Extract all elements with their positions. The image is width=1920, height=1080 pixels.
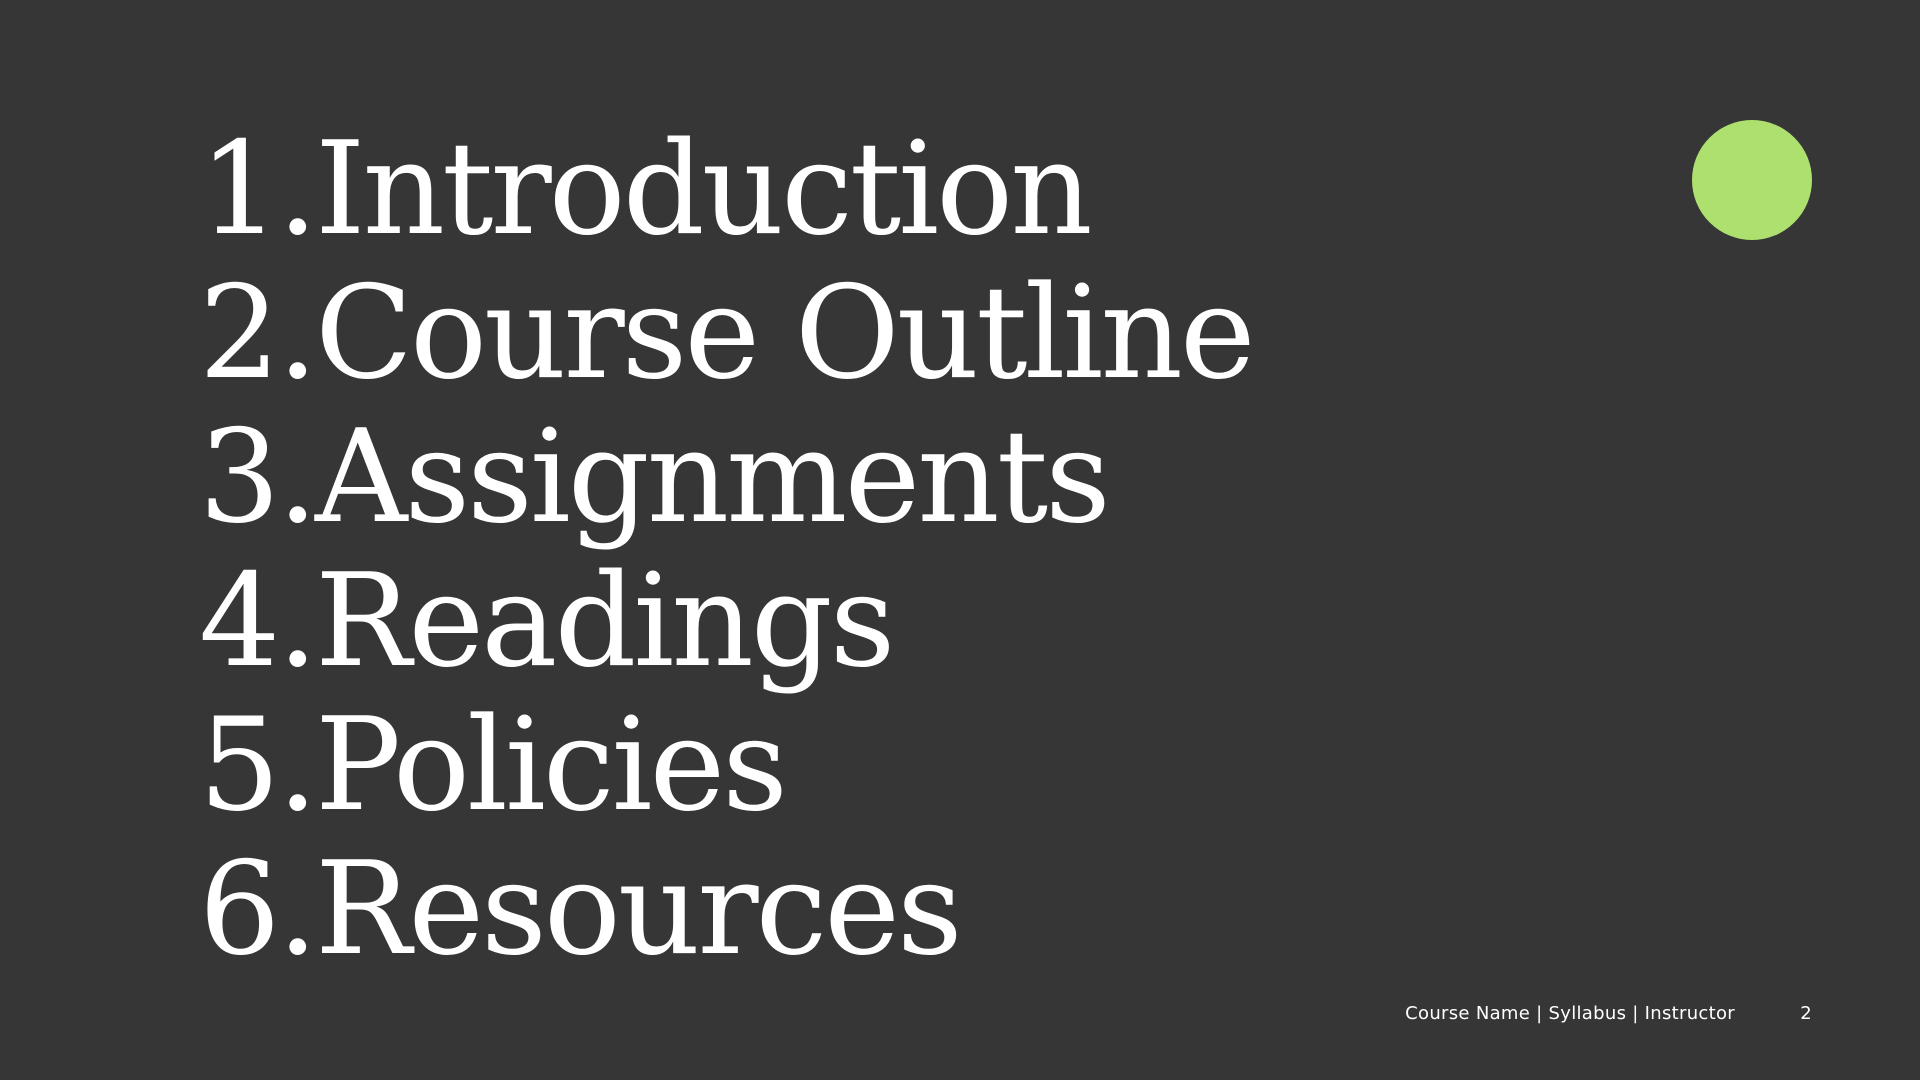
page-number: 2	[1800, 1003, 1812, 1024]
agenda-item-label: Introduction	[315, 115, 1093, 264]
footer-text: Course Name | Syllabus | Instructor	[1405, 1003, 1735, 1024]
agenda-item-label: Course Outline	[315, 259, 1256, 408]
agenda-item-course-outline: 2. Course Outline	[150, 259, 1256, 408]
agenda-item-policies: 5. Policies	[150, 694, 1253, 838]
agenda-item-number: 3.	[198, 403, 318, 552]
agenda-item-assignments: 3. Assignments	[150, 406, 1253, 550]
agenda-item-label: Readings	[315, 547, 895, 696]
agenda-item-resources: 6. Resources	[150, 838, 1253, 982]
slide: 1. Introduction 2. Course Outline 3. Ass…	[0, 0, 1920, 1080]
agenda-item-number: 6.	[198, 835, 318, 984]
agenda-item-label: Resources	[315, 835, 963, 984]
agenda-item-label: Assignments	[315, 403, 1111, 552]
agenda-item-number: 5.	[198, 691, 318, 840]
accent-circle	[1692, 120, 1812, 240]
agenda-item-introduction: 1. Introduction	[150, 118, 1253, 262]
agenda-list: 1. Introduction 2. Course Outline 3. Ass…	[150, 118, 1256, 982]
agenda-item-number: 2.	[198, 259, 318, 408]
agenda-item-number: 1.	[198, 115, 318, 264]
agenda-item-readings: 4. Readings	[150, 550, 1253, 694]
agenda-item-label: Policies	[315, 691, 788, 840]
agenda-item-number: 4.	[198, 547, 318, 696]
